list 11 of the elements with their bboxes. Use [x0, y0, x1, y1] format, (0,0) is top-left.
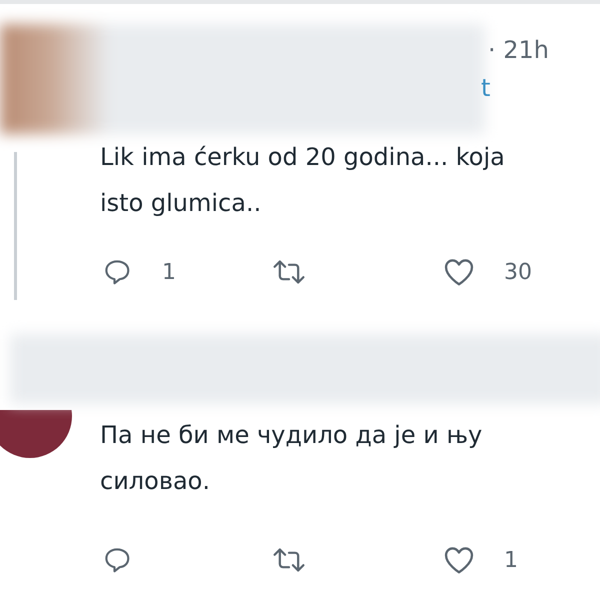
- like-count: 1: [504, 548, 518, 572]
- tweet-text: силовао.: [100, 466, 210, 497]
- tweet-text: isto glumica..: [100, 188, 262, 219]
- heart-icon[interactable]: [442, 545, 476, 575]
- like-count: 30: [504, 260, 532, 284]
- tweet-text: Lik ima ćerku od 20 godina... koja: [100, 142, 505, 173]
- link-fragment[interactable]: t: [481, 74, 490, 102]
- heart-icon[interactable]: [442, 257, 476, 287]
- timestamp: · 21h: [488, 36, 550, 64]
- reply-count: 1: [162, 260, 176, 284]
- tweet-text: Па не би ме чудило да је и њу: [100, 420, 482, 451]
